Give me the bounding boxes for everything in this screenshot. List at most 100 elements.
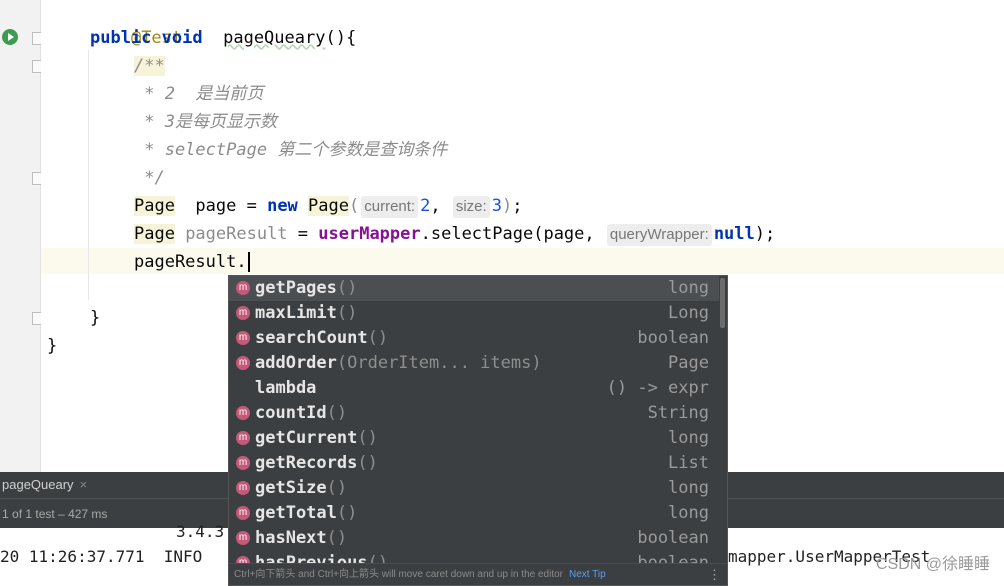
completion-item-type: String: [647, 403, 709, 423]
completion-item-name: getTotal(): [255, 501, 357, 526]
completion-item-type: Page: [668, 353, 709, 373]
completion-item-label: getSize: [255, 478, 327, 498]
completion-item-type: List: [668, 453, 709, 473]
completion-item-label: lambda: [255, 378, 317, 398]
code-line-comment: * 2 是当前页: [134, 80, 263, 108]
completion-item-name: getPages(): [255, 276, 357, 301]
completion-item-params: (): [336, 278, 358, 298]
completion-item[interactable]: lambda () -> expr: [229, 376, 719, 401]
param-hint: queryWrapper:: [606, 224, 712, 246]
run-test-icon[interactable]: [2, 29, 18, 45]
type-name: Page: [134, 196, 175, 216]
method-icon: m: [236, 431, 250, 445]
completion-item-label: getCurrent: [255, 428, 358, 448]
method-icon: m: [236, 456, 250, 470]
completion-item-label: maxLimit: [255, 303, 337, 323]
completion-item-name: countId(): [255, 401, 347, 426]
completion-item-name: hasNext(): [255, 526, 347, 551]
close-icon[interactable]: ×: [80, 477, 88, 492]
completion-item[interactable]: m getRecords() List: [229, 451, 719, 476]
method-icon: m: [236, 281, 250, 295]
tab-page-queary[interactable]: pageQueary ×: [0, 472, 93, 498]
test-count: 1: [2, 507, 9, 521]
close-brace: }: [47, 336, 58, 356]
code-line-comment-open: /**: [134, 52, 165, 80]
type-name: Page: [134, 224, 175, 244]
popup-scrollbar[interactable]: [720, 278, 725, 328]
more-options-icon[interactable]: ⋮: [708, 564, 721, 585]
variable-decl: pageResult: [174, 224, 288, 244]
completion-item-label: countId: [255, 403, 327, 423]
completion-item-params: (): [336, 303, 358, 323]
watermark-text: CSDN @徐睡睡: [875, 556, 990, 573]
completion-item-type: long: [668, 428, 709, 448]
completion-item-name: getCurrent(): [255, 426, 378, 451]
completion-item-params: (): [326, 403, 348, 423]
statement-end: );: [754, 224, 776, 244]
completion-item[interactable]: m getSize() long: [229, 476, 719, 501]
method-icon: m: [236, 306, 250, 320]
popup-footer: Ctrl+向下箭头 and Ctrl+向上箭头 will move caret …: [229, 563, 727, 585]
completion-item[interactable]: m addOrder(OrderItem... items) Page: [229, 351, 719, 376]
completion-item-params: (): [336, 503, 358, 523]
code-line-signature: public void pageQueary(){: [90, 24, 356, 52]
completion-item[interactable]: m searchCount() boolean: [229, 326, 719, 351]
completion-item-label: addOrder: [255, 353, 337, 373]
field-ref: userMapper: [318, 224, 421, 244]
code-line-page-new: Page page = new Page(current: 2, size: 3);: [134, 196, 523, 218]
completion-item-name: getSize(): [255, 476, 347, 501]
method-icon: m: [236, 531, 250, 545]
keyword-void: void: [161, 28, 203, 48]
completion-item-type: long: [668, 278, 709, 298]
completion-item[interactable]: m getPages() long: [229, 276, 719, 301]
code-completion-popup[interactable]: m getPages() long m maxLimit() Long m searchCou…: [228, 275, 728, 586]
code-line-close-class: }: [47, 332, 57, 360]
completion-item[interactable]: m getCurrent() long: [229, 426, 719, 451]
comment-text: * 2 是当前页: [134, 84, 264, 104]
completion-item[interactable]: m countId() String: [229, 401, 719, 426]
text-caret: [247, 252, 250, 272]
method-icon: m: [236, 481, 250, 495]
number-literal: 3: [491, 196, 502, 216]
call-args: (page,: [533, 224, 605, 244]
completion-item-params: (): [367, 328, 389, 348]
completion-item-name: lambda: [255, 376, 316, 401]
code-line-comment: * 3是每页显示数: [134, 108, 277, 136]
completion-item[interactable]: m hasNext() boolean: [229, 526, 719, 551]
completion-item-name: searchCount(): [255, 326, 388, 351]
completion-item-type: long: [668, 503, 709, 523]
number-literal: 2: [420, 196, 431, 216]
method-icon: m: [236, 356, 250, 370]
variable-decl: page =: [174, 196, 268, 216]
completion-item-label: getRecords: [255, 453, 358, 473]
editor-gutter: [0, 0, 44, 472]
code-line-comment-close: */: [134, 164, 165, 192]
code-line-typing[interactable]: pageResult.: [134, 248, 250, 276]
operator: =: [287, 224, 319, 244]
tab-label: pageQueary: [2, 477, 74, 492]
code-line-close-method: }: [90, 304, 100, 332]
method-icon: m: [236, 506, 250, 520]
signature-paren: (){: [325, 28, 357, 48]
completion-item-type: boolean: [637, 328, 709, 348]
completion-item-type: Long: [668, 303, 709, 323]
completion-item-name: addOrder(OrderItem... items): [255, 351, 542, 376]
indent-guide: [88, 50, 89, 300]
test-status-text: of 1 test – 427 ms: [12, 507, 108, 521]
completion-item-label: hasNext: [255, 528, 327, 548]
keyword-null: null: [713, 224, 755, 244]
comment-text: * selectPage 第二个参数是查询条件: [134, 140, 448, 160]
console-line: 20 11:26:37.771 INFO: [0, 547, 203, 566]
typed-text: pageResult.: [134, 252, 247, 272]
completion-item-params: (): [357, 428, 378, 448]
completion-item[interactable]: m maxLimit() Long: [229, 301, 719, 326]
method-icon: m: [236, 331, 250, 345]
next-tip-link[interactable]: Next Tip: [569, 569, 606, 580]
comment-open: /**: [134, 56, 165, 76]
console-line: 3.4.3: [176, 522, 225, 541]
completion-item-params: (OrderItem... items): [336, 353, 542, 373]
code-line-comment: * selectPage 第二个参数是查询条件: [134, 136, 447, 164]
completion-item[interactable]: m getTotal() long: [229, 501, 719, 526]
comment-close: */: [134, 168, 165, 188]
completion-item-type: boolean: [637, 528, 709, 548]
